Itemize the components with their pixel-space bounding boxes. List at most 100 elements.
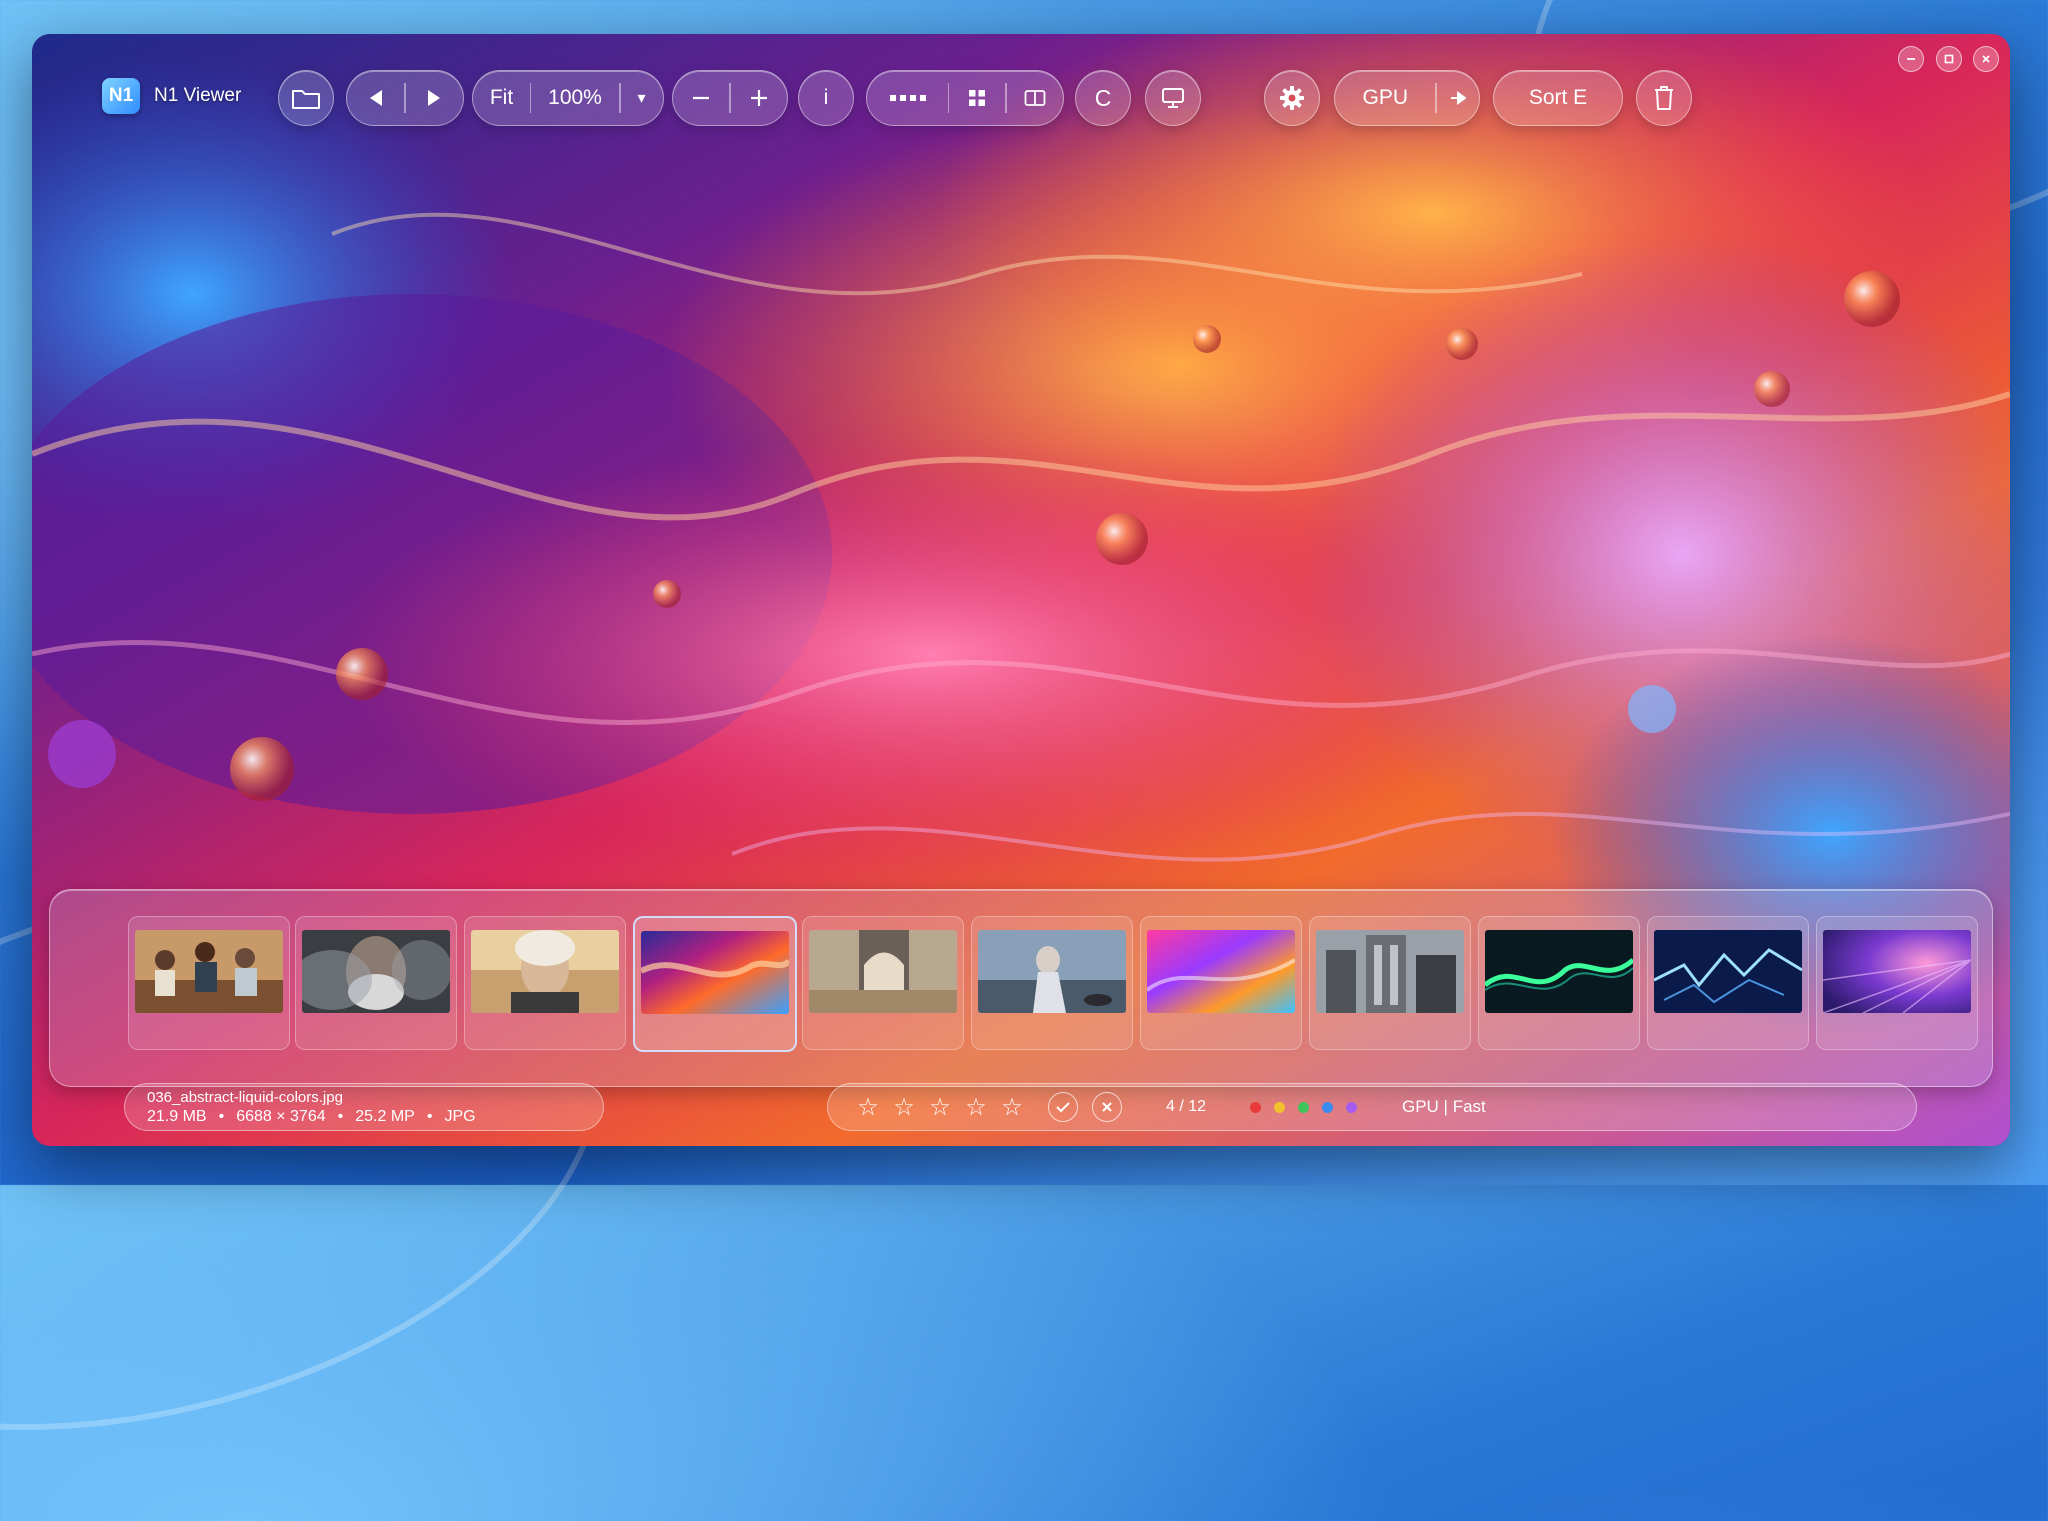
maximize-button[interactable] [1936,46,1962,72]
file-info-panel: 036_abstract-liquid-colors.jpg 21.9 MB •… [124,1083,604,1131]
thumbnail-image [1485,930,1633,1013]
meta-separator: • [337,1108,344,1125]
slideshow-icon [1162,88,1184,108]
filmstrip [49,889,1993,1087]
thumbnail-selected[interactable] [633,916,797,1052]
thumbnail[interactable] [295,916,457,1050]
viewer-window: N1 N1 Viewer Fit 100% ▾ i C GPU Sort E 0… [32,34,2010,1146]
thumbnail-image [1147,930,1295,1013]
nav-group [346,70,464,126]
thumbnail-image [1823,930,1971,1013]
compare-icon [1024,90,1045,106]
check-icon [1056,1102,1070,1113]
grid-icon [969,90,985,106]
color-label-purple[interactable] [1346,1101,1357,1113]
zoom-dropdown-button[interactable]: ▾ [621,71,663,125]
zoom-in-icon [750,90,767,106]
zoom-step-group [672,70,788,126]
thumbnail-image [978,930,1126,1013]
meta-separator: • [218,1108,225,1125]
open-folder-icon [292,90,320,109]
rating-star-3[interactable]: ☆ [922,1093,958,1122]
rating-star-2[interactable]: ☆ [886,1093,922,1122]
gpu-group: GPU [1334,70,1480,126]
maximize-icon [1944,54,1954,64]
info-icon: i [823,86,829,109]
file-size: 21.9 MB [147,1108,207,1125]
reject-button[interactable] [1092,1092,1122,1122]
thumbnail-image [135,930,283,1013]
gpu-button[interactable]: GPU [1335,71,1435,125]
thumbnail[interactable] [464,916,626,1050]
status-bar: ☆ ☆ ☆ ☆ ☆ 4 / 12 GPU | Fast [827,1083,1917,1131]
app-title: N1 Viewer [154,85,242,106]
c-button-label: C [1094,84,1112,111]
minimize-icon [1907,58,1915,60]
file-format: JPG [444,1108,476,1125]
info-button[interactable]: i [798,70,854,126]
thumbnail[interactable] [1478,916,1640,1050]
prev-button[interactable] [347,71,404,125]
close-icon [1982,55,1990,63]
view-mode-group [866,70,1064,126]
open-folder-button[interactable] [278,70,334,126]
compare-view-button[interactable] [1007,71,1063,125]
delete-button[interactable] [1636,70,1692,126]
thumbnail[interactable] [1309,916,1471,1050]
thumbnail[interactable] [128,916,290,1050]
grid-view-button[interactable] [949,71,1005,125]
rating-star-1[interactable]: ☆ [850,1093,886,1122]
render-mode-status: GPU | Fast [1402,1097,1486,1116]
thumbnail[interactable] [802,916,964,1050]
filmstrip-icon [889,95,926,101]
app-logo: N1 [102,78,140,114]
rating-star-4[interactable]: ☆ [958,1093,994,1122]
color-label-yellow[interactable] [1274,1101,1285,1113]
app-brand: N1 N1 Viewer [102,76,241,116]
minimize-button[interactable] [1898,46,1924,72]
thumbnail[interactable] [1647,916,1809,1050]
gpu-options-button[interactable] [1437,71,1479,125]
zoom-out-button[interactable] [673,71,729,125]
trash-icon [1655,86,1673,110]
thumbnail-image [809,930,957,1013]
file-megapixels: 25.2 MP [355,1108,415,1125]
thumbnail-image [1316,930,1464,1013]
thumbnail-image [1654,930,1802,1013]
slideshow-button[interactable] [1145,70,1201,126]
reject-icon [1102,1102,1112,1112]
thumbnail-image [641,931,789,1014]
c-button[interactable]: C [1075,70,1131,126]
gear-icon [1280,86,1304,110]
thumbnail[interactable] [1816,916,1978,1050]
color-label-group [1250,1101,1370,1113]
filmstrip-view-button[interactable] [868,71,948,125]
sort-button[interactable]: Sort E [1493,70,1623,126]
next-button[interactable] [406,71,463,125]
settings-button[interactable] [1264,70,1320,126]
accept-button[interactable] [1048,1092,1078,1122]
zoom-level-value[interactable]: 100% [531,71,619,125]
chevron-down-icon: ▾ [637,90,646,107]
thumbnail[interactable] [1140,916,1302,1050]
thumbnail[interactable] [971,916,1133,1050]
prev-arrow-icon [369,90,382,106]
zoom-in-button[interactable] [731,71,787,125]
image-position-counter: 4 / 12 [1166,1098,1207,1115]
fit-button[interactable]: Fit [474,71,530,125]
file-dimensions: 6688 × 3764 [236,1108,326,1125]
sort-button-label: Sort E [1528,86,1588,109]
thumbnail-image [471,930,619,1013]
color-label-red[interactable] [1250,1101,1261,1113]
close-button[interactable] [1973,46,1999,72]
thumbnail-image [302,930,450,1013]
file-name: 036_abstract-liquid-colors.jpg [147,1089,343,1106]
gpu-arrow-icon [1450,91,1466,105]
zoom-group: Fit 100% ▾ [472,70,664,126]
color-label-blue[interactable] [1322,1101,1333,1113]
file-meta: 21.9 MB • 6688 × 3764 • 25.2 MP • JPG [147,1108,476,1126]
color-label-green[interactable] [1298,1101,1309,1113]
next-arrow-icon [428,90,441,106]
meta-separator: • [426,1108,433,1125]
rating-star-5[interactable]: ☆ [994,1093,1030,1122]
